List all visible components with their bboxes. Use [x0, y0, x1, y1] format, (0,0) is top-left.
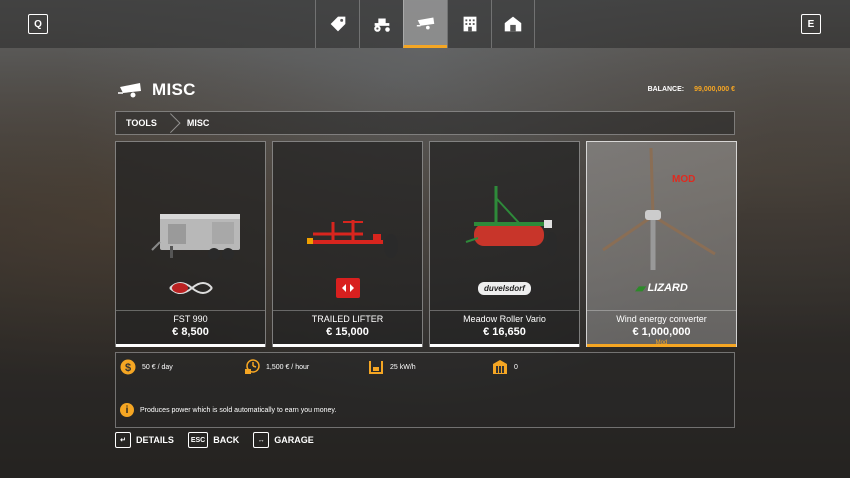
storage-icon [492, 359, 508, 375]
svg-text:$: $ [125, 362, 131, 374]
category-tabs [315, 0, 535, 48]
item-description-text: Produces power which is sold automatical… [140, 406, 337, 414]
stat-hourly-cost-text: 1,500 € / hour [266, 363, 310, 371]
item-info: FST 990 € 8,500 [116, 310, 265, 338]
barn-icon [504, 16, 522, 32]
details-label: DETAILS [136, 435, 174, 445]
garage-key-icon: ↔ [253, 432, 270, 448]
page-title: MISC [152, 80, 196, 99]
esc-key-icon: ESC [187, 432, 209, 448]
hourly-cost-icon [244, 359, 260, 375]
item-grid: FST 990 € 8,500 TRAILED LIFTER € 15,000 … [115, 141, 737, 347]
brand-lizard: ▰ LIZARD [635, 281, 688, 295]
tab-placeables[interactable] [447, 0, 491, 48]
prev-category-key[interactable]: Q [28, 14, 48, 34]
power-icon [368, 359, 384, 375]
stat-daily-upkeep: $ 50 € / day [120, 359, 173, 375]
brand-logo [273, 274, 422, 302]
brand-duvelsdorf: duvelsdorf [478, 281, 531, 295]
red-brand-badge-icon [335, 278, 360, 298]
price-tag-icon [330, 16, 345, 32]
garage-label: GARAGE [274, 435, 314, 445]
details-button[interactable]: ↵ DETAILS [115, 432, 174, 448]
building-icon [463, 16, 476, 32]
page-header: MISC [118, 80, 196, 100]
tab-sales[interactable] [315, 0, 359, 48]
stat-power-output: 25 kW/h [368, 359, 416, 375]
item-price: € 15,000 [326, 326, 369, 338]
trailer-icon [118, 83, 141, 98]
card-underline [587, 344, 736, 347]
lizard-logo-icon: ▰ [635, 281, 645, 295]
tab-tools[interactable] [403, 0, 447, 48]
breadcrumb-separator [167, 111, 177, 135]
details-panel: $ 50 € / day 1,500 € / hour 25 kW/h 0 i … [115, 352, 735, 428]
tractor-icon [373, 18, 390, 32]
swirl-logo-icon [168, 282, 213, 294]
breadcrumb-misc: MISC [186, 118, 210, 128]
item-image [273, 142, 422, 272]
brand-logo: duvelsdorf [430, 274, 579, 302]
item-card-wind-energy-converter[interactable]: MOD ▰ LIZARD Wind energy converter € 1,00… [586, 141, 737, 347]
item-card-fst-990[interactable]: FST 990 € 8,500 [115, 141, 266, 347]
stat-storage-text: 0 [514, 363, 518, 371]
brand-logo: ▰ LIZARD [587, 274, 736, 302]
stat-hourly-cost: 1,500 € / hour [244, 359, 309, 375]
item-name: Meadow Roller Vario [463, 314, 546, 324]
action-bar: ↵ DETAILS ESC BACK ↔ GARAGE [115, 432, 328, 448]
top-bar: Q E [0, 0, 850, 48]
stat-daily-upkeep-text: 50 € / day [142, 363, 173, 371]
back-label: BACK [213, 435, 240, 445]
enter-key-icon: ↵ [115, 432, 131, 448]
breadcrumb: TOOLS MISC [115, 111, 735, 135]
money-icon: $ [120, 359, 136, 375]
item-card-meadow-roller-vario[interactable]: duvelsdorf Meadow Roller Vario € 16,650 [429, 141, 580, 347]
trailer-icon [416, 17, 434, 29]
item-price: € 8,500 [172, 326, 209, 338]
breadcrumb-tools[interactable]: TOOLS [116, 112, 167, 134]
stat-power-output-text: 25 kW/h [390, 363, 416, 371]
item-description: i Produces power which is sold automatic… [120, 403, 336, 417]
item-name: FST 990 [173, 314, 208, 324]
brand-lizard-label: LIZARD [647, 282, 688, 294]
item-image [430, 142, 579, 272]
item-card-trailed-lifter[interactable]: TRAILED LIFTER € 15,000 [272, 141, 423, 347]
garage-button[interactable]: ↔ GARAGE [253, 432, 314, 448]
card-underline [116, 344, 265, 347]
item-name: TRAILED LIFTER [311, 314, 384, 324]
item-price: € 1,000,000 [632, 326, 691, 338]
brand-logo [116, 274, 265, 302]
info-icon: i [120, 403, 134, 417]
tab-animals[interactable] [491, 0, 535, 48]
tab-vehicles[interactable] [359, 0, 403, 48]
card-underline [430, 344, 579, 347]
balance-display: BALANCE: 99,000,000 € [648, 86, 735, 93]
item-name: Wind energy converter [616, 314, 707, 324]
back-button[interactable]: ESC BACK [187, 432, 240, 448]
item-image [116, 142, 265, 272]
stat-storage: 0 [492, 359, 518, 375]
item-image [587, 142, 736, 272]
balance-label: BALANCE: [647, 86, 685, 93]
next-category-key[interactable]: E [801, 14, 821, 34]
card-underline [273, 344, 422, 347]
item-info: Wind energy converter € 1,000,000 Mod [587, 310, 736, 346]
item-price: € 16,650 [483, 326, 526, 338]
mod-badge: MOD [672, 174, 696, 185]
item-info: Meadow Roller Vario € 16,650 [430, 310, 579, 338]
balance-value: 99,000,000 € [694, 86, 735, 93]
item-info: TRAILED LIFTER € 15,000 [273, 310, 422, 338]
